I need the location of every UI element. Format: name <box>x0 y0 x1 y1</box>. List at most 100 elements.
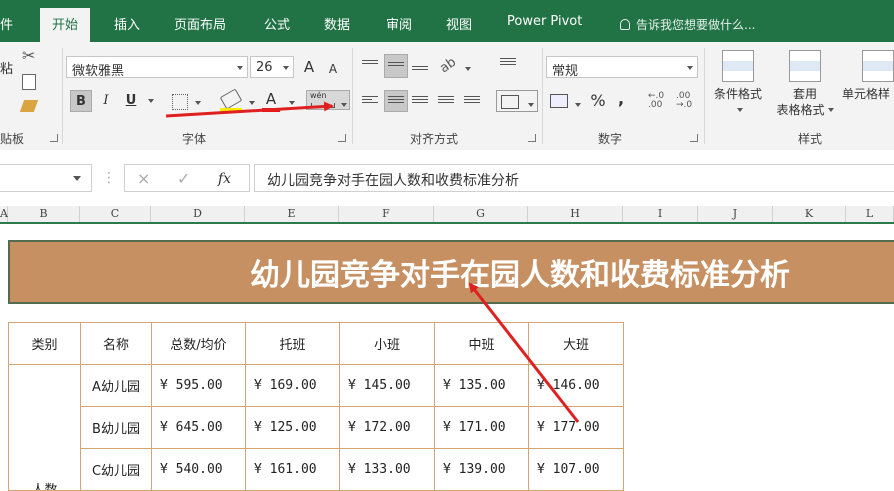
italic-button[interactable]: I <box>96 90 116 112</box>
name-cell[interactable]: B幼儿园 <box>80 406 152 449</box>
name-cell[interactable]: C幼儿园 <box>80 448 152 491</box>
orientation-dropdown[interactable] <box>462 62 471 76</box>
column-header[interactable]: A <box>0 206 8 222</box>
column-header[interactable]: D <box>151 206 245 222</box>
column-header[interactable]: F <box>339 206 434 222</box>
underline-dropdown[interactable] <box>145 94 154 108</box>
value-cell[interactable]: ¥ 135.00 <box>434 364 529 407</box>
column-header[interactable]: B <box>8 206 80 222</box>
align-right-icon[interactable] <box>412 96 428 108</box>
font-name-select[interactable]: 微软雅黑 <box>66 56 248 78</box>
format-as-table-button[interactable]: 套用 表格格式 <box>770 50 840 118</box>
total-cell[interactable]: ¥ 540.00 <box>151 448 246 491</box>
column-header[interactable]: G <box>434 206 528 222</box>
column-header[interactable]: I <box>623 206 698 222</box>
value-cell[interactable]: ¥ 171.00 <box>434 406 529 449</box>
bold-button[interactable]: B <box>70 90 92 112</box>
column-header[interactable]: H <box>528 206 623 222</box>
value-cell[interactable]: ¥ 146.00 <box>528 364 624 407</box>
value-cell[interactable]: ¥ 107.00 <box>528 448 624 491</box>
decrease-indent-icon[interactable] <box>438 96 454 108</box>
font-size-select[interactable]: 26 <box>250 56 294 78</box>
number-launcher-icon[interactable] <box>690 134 698 142</box>
align-left-icon[interactable] <box>362 96 378 108</box>
tab-data[interactable]: 数据 <box>324 14 350 33</box>
header-cell[interactable]: 中班 <box>434 322 529 365</box>
merge-dropdown[interactable] <box>525 98 534 112</box>
header-cell[interactable]: 名称 <box>80 322 152 365</box>
borders-icon[interactable] <box>172 94 188 110</box>
tab-insert[interactable]: 插入 <box>114 14 140 33</box>
font-color-dropdown[interactable] <box>286 96 295 110</box>
fill-color-dropdown[interactable] <box>246 96 255 110</box>
comma-style-button[interactable]: , <box>614 88 628 110</box>
shrink-font-button[interactable]: A <box>324 58 342 80</box>
decrease-decimal-button[interactable]: .00 →.0 <box>676 92 698 110</box>
category-cell[interactable]: 人数 <box>8 364 81 491</box>
grow-font-button[interactable]: A <box>300 56 318 78</box>
underline-button[interactable]: U <box>120 90 142 112</box>
clipboard-launcher-icon[interactable] <box>50 134 58 142</box>
paste-button[interactable]: 粘 <box>0 58 13 77</box>
tab-review[interactable]: 审阅 <box>386 14 412 33</box>
total-cell[interactable]: ¥ 645.00 <box>151 406 246 449</box>
tab-page-layout[interactable]: 页面布局 <box>174 14 226 33</box>
value-cell[interactable]: ¥ 177.00 <box>528 406 624 449</box>
header-cell[interactable]: 总数/均价 <box>151 322 246 365</box>
title-banner-cell[interactable]: 幼儿园竞争对手在园人数和收费标准分析 <box>8 240 894 304</box>
tab-view[interactable]: 视图 <box>446 14 472 33</box>
accounting-format-icon[interactable] <box>550 94 568 108</box>
total-cell[interactable]: ¥ 595.00 <box>151 364 246 407</box>
align-top-icon[interactable] <box>362 60 378 72</box>
enter-icon[interactable]: ✓ <box>177 169 190 188</box>
value-cell[interactable]: ¥ 139.00 <box>434 448 529 491</box>
borders-dropdown[interactable] <box>192 96 201 110</box>
number-format-select[interactable]: 常规 <box>546 56 698 78</box>
align-center-button[interactable] <box>384 90 408 112</box>
orientation-icon[interactable]: ab <box>437 55 459 77</box>
tab-file[interactable]: 件 <box>0 14 13 33</box>
increase-decimal-button[interactable]: ←.0 .00 <box>648 92 670 110</box>
insert-function-button[interactable]: fx <box>218 171 231 187</box>
cell-styles-button[interactable]: 单元格样 <box>842 50 894 102</box>
value-cell[interactable]: ¥ 161.00 <box>245 448 340 491</box>
format-painter-icon[interactable] <box>19 100 39 112</box>
name-cell[interactable]: A幼儿园 <box>80 364 152 407</box>
fill-color-icon[interactable] <box>219 88 243 110</box>
tab-formulas[interactable]: 公式 <box>264 14 290 33</box>
phonetic-guide-dropdown[interactable] <box>338 98 347 112</box>
column-header[interactable]: J <box>698 206 773 222</box>
increase-indent-icon[interactable] <box>464 96 480 108</box>
formula-input[interactable]: 幼儿园竞争对手在园人数和收费标准分析 <box>254 164 894 192</box>
value-cell[interactable]: ¥ 133.00 <box>339 448 435 491</box>
percent-style-button[interactable]: % <box>588 90 608 112</box>
header-cell[interactable]: 大班 <box>528 322 624 365</box>
tell-me-search[interactable]: 告诉我您想要做什么... <box>620 16 755 33</box>
phonetic-guide-button[interactable]: wén <box>306 90 350 110</box>
cut-icon[interactable]: ✂ <box>22 46 35 65</box>
cancel-icon[interactable]: × <box>137 169 150 188</box>
merge-center-button[interactable] <box>496 90 538 112</box>
header-cell[interactable]: 小班 <box>339 322 435 365</box>
accounting-dropdown[interactable] <box>572 98 581 112</box>
header-cell[interactable]: 类别 <box>8 322 81 365</box>
name-box[interactable] <box>0 164 92 192</box>
tab-home[interactable]: 开始 <box>40 8 91 42</box>
font-launcher-icon[interactable] <box>338 134 346 142</box>
tab-power-pivot[interactable]: Power Pivot <box>507 14 582 29</box>
column-header[interactable]: L <box>846 206 894 222</box>
header-cell[interactable]: 托班 <box>245 322 340 365</box>
column-header[interactable]: C <box>80 206 151 222</box>
copy-icon[interactable] <box>22 74 36 90</box>
conditional-formatting-button[interactable]: 条件格式 <box>708 50 768 118</box>
value-cell[interactable]: ¥ 125.00 <box>245 406 340 449</box>
value-cell[interactable]: ¥ 172.00 <box>339 406 435 449</box>
value-cell[interactable]: ¥ 145.00 <box>339 364 435 407</box>
font-color-button[interactable]: A <box>262 88 280 110</box>
value-cell[interactable]: ¥ 169.00 <box>245 364 340 407</box>
column-header[interactable]: E <box>245 206 339 222</box>
align-bottom-icon[interactable] <box>412 66 428 78</box>
column-header[interactable]: K <box>773 206 846 222</box>
wrap-text-icon[interactable] <box>500 56 516 74</box>
alignment-launcher-icon[interactable] <box>528 134 536 142</box>
